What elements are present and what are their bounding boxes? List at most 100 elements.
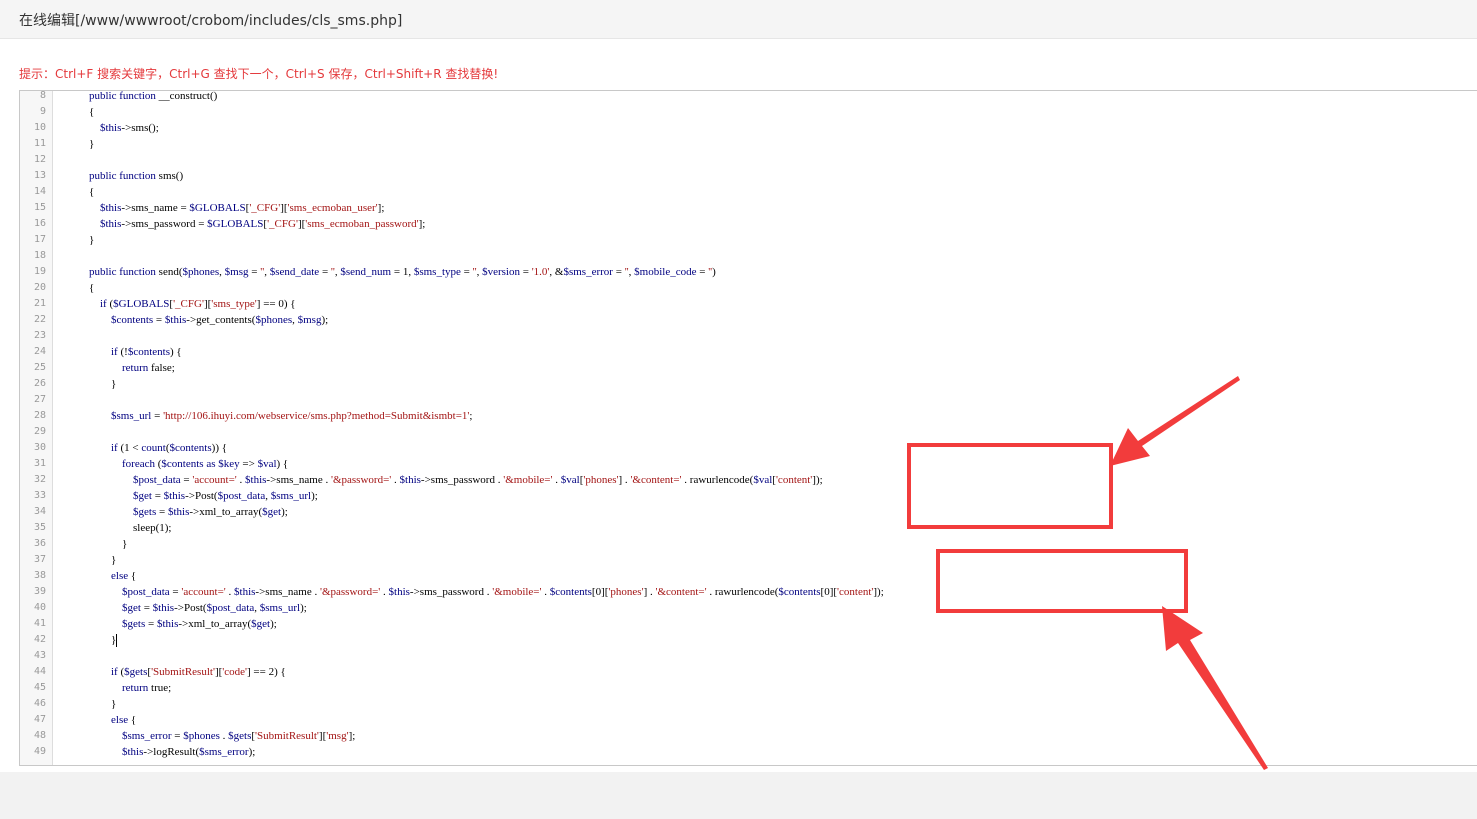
code-line[interactable]: 30 if (1 < count($contents)) { [20,440,1477,456]
line-code[interactable]: if (!$contents) { [78,344,182,360]
code-line[interactable]: 35 sleep(1); [20,520,1477,536]
code-line[interactable]: 42 } [20,632,1477,648]
line-code[interactable]: } [78,552,116,568]
line-number: 18 [33,250,46,261]
code-line[interactable]: 48 $sms_error = $phones . $gets['SubmitR… [20,728,1477,744]
code-line[interactable]: 46 } [20,696,1477,712]
line-code[interactable]: $this->logResult($sms_error); [78,744,255,760]
code-line[interactable]: 49 $this->logResult($sms_error); [20,744,1477,760]
line-code[interactable]: sleep(1); [78,520,171,536]
line-code[interactable]: $get = $this->Post($post_data, $sms_url)… [78,600,307,616]
line-code[interactable]: return false; [78,360,175,376]
line-code[interactable]: else { [78,712,136,728]
line-code[interactable]: $post_data = 'account=' . $this->sms_nam… [78,472,823,488]
footer-area [0,772,1477,819]
code-editor[interactable]: 8 public function __construct() 9 {10 $th… [19,90,1477,766]
code-line[interactable]: 8 public function __construct() [20,90,1477,104]
line-code[interactable]: $post_data = 'account=' . $this->sms_nam… [78,584,884,600]
line-code[interactable]: public function sms() [78,168,183,184]
line-number: 34 [33,506,46,517]
code-line[interactable]: 21 if ($GLOBALS['_CFG']['sms_type'] == 0… [20,296,1477,312]
code-line[interactable]: 13 public function sms() [20,168,1477,184]
code-line[interactable]: 12 [20,152,1477,168]
line-code[interactable]: $this->sms_name = $GLOBALS['_CFG']['sms_… [78,200,384,216]
line-code[interactable]: { [78,280,94,296]
code-line[interactable]: 14 { [20,184,1477,200]
line-number: 35 [33,522,46,533]
line-number: 22 [33,314,46,325]
code-line[interactable]: 44 if ($gets['SubmitResult']['code'] == … [20,664,1477,680]
code-line[interactable]: 33 $get = $this->Post($post_data, $sms_u… [20,488,1477,504]
code-line[interactable]: 18 [20,248,1477,264]
line-code[interactable]: $this->sms(); [78,120,159,136]
code-line[interactable]: 25 return false; [20,360,1477,376]
code-line[interactable]: 19 public function send($phones, $msg = … [20,264,1477,280]
code-line[interactable]: 26 } [20,376,1477,392]
line-number: 49 [33,746,46,757]
line-code[interactable]: $get = $this->Post($post_data, $sms_url)… [78,488,318,504]
code-line[interactable]: 11 } [20,136,1477,152]
code-line[interactable]: 22 $contents = $this->get_contents($phon… [20,312,1477,328]
line-number: 41 [33,618,46,629]
line-code[interactable]: $this->sms_password = $GLOBALS['_CFG']['… [78,216,425,232]
code-line[interactable]: 15 $this->sms_name = $GLOBALS['_CFG']['s… [20,200,1477,216]
line-code[interactable]: $sms_error = $phones . $gets['SubmitResu… [78,728,355,744]
line-number: 25 [33,362,46,373]
line-code[interactable]: if ($gets['SubmitResult']['code'] == 2) … [78,664,286,680]
line-code[interactable]: if (1 < count($contents)) { [78,440,227,456]
line-code[interactable]: $contents = $this->get_contents($phones,… [78,312,328,328]
code-line[interactable]: 45 return true; [20,680,1477,696]
shortcut-hint: 提示：Ctrl+F 搜索关键字，Ctrl+G 查找下一个，Ctrl+S 保存，C… [19,67,499,81]
code-line[interactable]: 40 $get = $this->Post($post_data, $sms_u… [20,600,1477,616]
line-number: 45 [33,682,46,693]
code-line[interactable]: 16 $this->sms_password = $GLOBALS['_CFG'… [20,216,1477,232]
code-line[interactable]: 38 else { [20,568,1477,584]
line-number: 13 [33,170,46,181]
code-line[interactable]: 29 [20,424,1477,440]
line-number: 11 [33,138,46,149]
code-line[interactable]: 17 } [20,232,1477,248]
line-number: 31 [33,458,46,469]
line-code[interactable]: { [78,104,94,120]
line-code[interactable]: public function send($phones, $msg = '',… [78,264,716,280]
line-number: 12 [33,154,46,165]
code-line[interactable]: 31 foreach ($contents as $key => $val) { [20,456,1477,472]
line-code[interactable]: } [78,536,127,552]
line-code[interactable]: $gets = $this->xml_to_array($get); [78,616,277,632]
line-code[interactable]: } [78,696,116,712]
code-line[interactable]: 34 $gets = $this->xml_to_array($get); [20,504,1477,520]
code-line[interactable]: 47 else { [20,712,1477,728]
line-code[interactable]: $sms_url = 'http://106.ihuyi.com/webserv… [78,408,472,424]
code-line[interactable]: 39 $post_data = 'account=' . $this->sms_… [20,584,1477,600]
line-code[interactable]: } [78,232,94,248]
code-line[interactable]: 27 [20,392,1477,408]
line-code[interactable]: } [78,632,118,648]
code-line[interactable]: 32 $post_data = 'account=' . $this->sms_… [20,472,1477,488]
code-line[interactable]: 37 } [20,552,1477,568]
line-code[interactable]: $gets = $this->xml_to_array($get); [78,504,288,520]
code-line[interactable]: 41 $gets = $this->xml_to_array($get); [20,616,1477,632]
line-code[interactable]: if ($GLOBALS['_CFG']['sms_type'] == 0) { [78,296,296,312]
line-code[interactable]: } [78,376,116,392]
highlight-box-line-32 [907,443,1113,529]
code-line[interactable]: 24 if (!$contents) { [20,344,1477,360]
code-line[interactable]: 28 $sms_url = 'http://106.ihuyi.com/webs… [20,408,1477,424]
code-line[interactable]: 23 [20,328,1477,344]
line-number: 8 [39,90,46,101]
text-cursor [116,633,118,647]
line-code[interactable]: foreach ($contents as $key => $val) { [78,456,288,472]
code-line[interactable]: 43 [20,648,1477,664]
code-line[interactable]: 10 $this->sms(); [20,120,1477,136]
line-code[interactable]: { [78,184,94,200]
line-code[interactable]: } [78,136,94,152]
line-code[interactable]: return true; [78,680,171,696]
code-line[interactable]: 20 { [20,280,1477,296]
line-code[interactable]: else { [78,568,136,584]
code-line[interactable]: 9 { [20,104,1477,120]
line-code[interactable]: public function __construct() [78,91,217,104]
code-lines[interactable]: 8 public function __construct() 9 {10 $th… [20,90,1477,760]
line-number: 30 [33,442,46,453]
title-bar: 在线编辑[/www/wwwroot/crobom/includes/cls_sm… [0,0,1477,39]
code-line[interactable]: 36 } [20,536,1477,552]
line-number: 14 [33,186,46,197]
